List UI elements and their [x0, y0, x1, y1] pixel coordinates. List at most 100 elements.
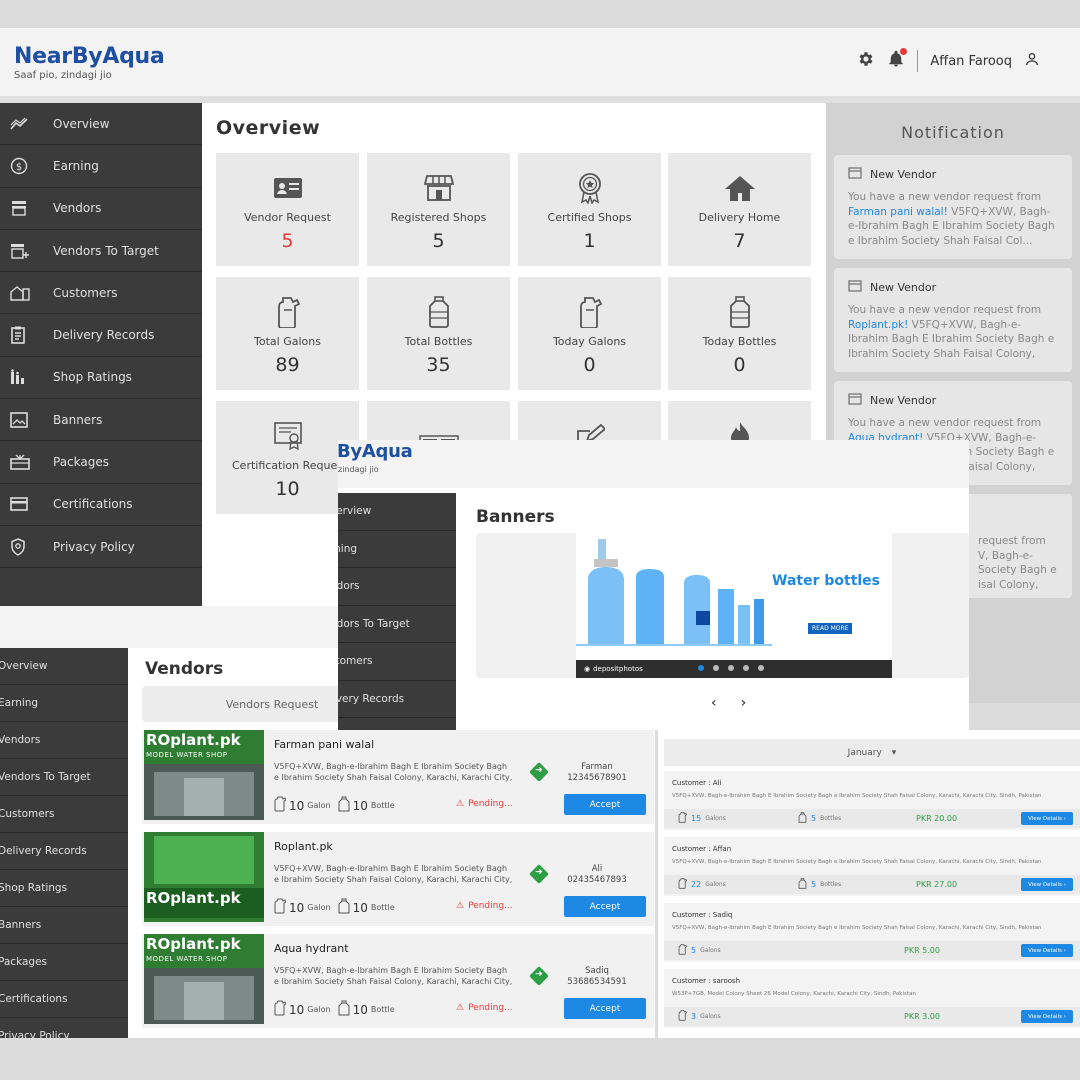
galon-count: 10 — [289, 798, 305, 813]
gallon-icon — [577, 297, 603, 328]
sidebar-item-customers[interactable]: stomers — [338, 643, 456, 681]
sidebar-item-privacy-policy[interactable]: Privacy Policy — [0, 1018, 128, 1038]
galon-unit: Galon — [307, 903, 331, 912]
brand-logo[interactable]: NearByAqua — [14, 44, 165, 69]
sidebar-item-certifications[interactable]: Certifications — [0, 981, 128, 1018]
sidebar-item-packages[interactable]: Packages — [0, 944, 128, 981]
sidebar-item-vendors[interactable]: Vendors — [0, 722, 128, 759]
shop-icon — [423, 173, 454, 203]
warning-icon: ⚠ — [456, 799, 465, 809]
page-title: Vendors — [145, 659, 224, 679]
stat-card-today-galons[interactable]: Today Galons 0 — [518, 277, 661, 390]
accept-button[interactable]: Accept — [564, 896, 646, 917]
sidebar-item-shop-ratings[interactable]: Shop Ratings — [0, 357, 202, 400]
read-more-button[interactable]: READ MORE — [808, 623, 853, 634]
sidebar-item-earning[interactable]: $ Earning — [0, 145, 202, 188]
carousel-dot[interactable] — [713, 665, 719, 671]
sidebar-item-delivery-records[interactable]: Delivery Records — [0, 833, 128, 870]
carousel-dot[interactable] — [743, 665, 749, 671]
stat-card-registered-shops[interactable]: Registered Shops 5 — [367, 153, 510, 266]
sidebar-item-earning[interactable]: rning — [338, 531, 456, 568]
notification-heading: New Vendor — [870, 281, 937, 294]
sidebar-item-label: livery Records — [338, 692, 405, 705]
view-details-button[interactable]: View Details › — [1021, 1010, 1073, 1023]
banner-carousel[interactable]: Water bottles READ MORE ◉ depositphotos — [476, 533, 969, 678]
sidebar-item-delivery-records[interactable]: Delivery Records — [0, 314, 202, 357]
sidebar-item-label: rning — [338, 542, 358, 555]
gear-icon[interactable] — [857, 50, 875, 72]
stat-label: Registered Shops — [390, 211, 487, 224]
sidebar-item-customers[interactable]: Customers — [0, 272, 202, 315]
sidebar-item-banners[interactable]: Banners — [0, 399, 202, 442]
bottle-count: 10 — [352, 798, 368, 813]
month-value: January — [847, 747, 882, 758]
chevron-right-icon[interactable]: › — [741, 695, 747, 711]
customer-address: V5FQ+XVW, Bagh-e-Ibrahim Bagh E Ibrahim … — [672, 859, 1042, 865]
notification-card[interactable]: New Vendor You have a new vendor request… — [834, 155, 1072, 259]
sidebar-item-packages[interactable]: Packages — [0, 441, 202, 484]
accept-button[interactable]: Accept — [564, 998, 646, 1019]
notification-link[interactable]: Roplant.pk! — [848, 319, 908, 331]
view-details-button[interactable]: View Details › — [1021, 878, 1073, 891]
credit-card-icon — [0, 497, 38, 512]
price: PKR 3.00 — [904, 1012, 940, 1021]
directions-icon[interactable]: ➜ — [529, 762, 549, 782]
bottle-unit: Bottle — [370, 1005, 395, 1014]
view-details-button[interactable]: View Details › — [1021, 944, 1073, 957]
sidebar-item-vendors[interactable]: Vendors — [0, 188, 202, 230]
galon-count: 5 — [691, 946, 697, 955]
chevron-left-icon[interactable]: ‹ — [711, 695, 717, 711]
sidebar-item-banners[interactable]: Banners — [0, 907, 128, 944]
app-header: ByAqua zindagi jio — [338, 440, 969, 488]
vendor-name: Roplant.pk — [274, 840, 333, 853]
sidebar-item-vendors-to-target[interactable]: ndors To Target — [338, 606, 456, 643]
stat-value: 35 — [426, 354, 451, 376]
sidebar-item-vendors-to-target[interactable]: Vendors To Target — [0, 759, 128, 796]
stat-card-certified-shops[interactable]: Certified Shops 1 — [518, 153, 661, 266]
stat-card-today-bottles[interactable]: Today Bottles 0 — [668, 277, 811, 390]
notification-prefix: You have a new vendor request from — [848, 191, 1042, 203]
sidebar-item-shop-ratings[interactable]: Shop Ratings — [0, 870, 128, 907]
sidebar-item-overview[interactable]: verview — [338, 493, 456, 531]
sidebar-item-overview[interactable]: Overview — [0, 103, 202, 146]
month-select[interactable]: January ▾ — [664, 739, 1080, 766]
carousel-dot[interactable] — [728, 665, 734, 671]
stat-card-total-bottles[interactable]: Total Bottles 35 — [367, 277, 510, 390]
sidebar-item-earning[interactable]: Earning — [0, 685, 128, 722]
user-name[interactable]: Affan Farooq — [930, 54, 1012, 69]
home-icon — [724, 173, 756, 203]
galon-unit: Galon — [307, 1005, 331, 1014]
notification-title: Notification — [901, 123, 1005, 142]
directions-icon[interactable]: ➜ — [529, 966, 549, 986]
notification-link[interactable]: Farman pani walal! — [848, 206, 948, 218]
carousel-dot[interactable] — [758, 665, 764, 671]
sidebar-item-overview[interactable]: Overview — [0, 648, 128, 685]
carousel-dot[interactable] — [698, 665, 704, 671]
sidebar-item-customers[interactable]: Customers — [0, 796, 128, 833]
sidebar-item-privacy-policy[interactable]: Privacy Policy — [0, 526, 202, 569]
header-divider — [917, 50, 919, 72]
brand-logo[interactable]: ByAqua — [338, 441, 413, 462]
accept-button[interactable]: Accept — [564, 794, 646, 815]
dollar-circle-icon: $ — [0, 157, 38, 175]
stat-card-vendor-request[interactable]: Vendor Request 5 — [216, 153, 359, 266]
notification-card[interactable]: New Vendor You have a new vendor request… — [834, 268, 1072, 372]
stat-card-total-galons[interactable]: Total Galons 89 — [216, 277, 359, 390]
store-add-icon — [0, 243, 38, 259]
sidebar-item-label: Privacy Policy — [53, 539, 135, 554]
sidebar: verview rning ndors ndors To Target stom… — [338, 493, 456, 730]
store-icon — [0, 200, 38, 216]
bell-icon[interactable] — [887, 48, 908, 72]
shop-sign-text: ROplant.pk — [146, 889, 241, 907]
sidebar-item-delivery-records[interactable]: livery Records — [338, 681, 456, 718]
sidebar-item-certifications[interactable]: Certifications — [0, 484, 202, 526]
sidebar-item-label: Vendors To Target — [53, 243, 159, 258]
message-icon — [848, 167, 862, 182]
stat-card-delivery-home[interactable]: Delivery Home 7 — [668, 153, 811, 266]
galon-unit: Galons — [705, 815, 726, 822]
sidebar-item-vendors-to-target[interactable]: Vendors To Target — [0, 230, 202, 273]
sidebar-item-vendors[interactable]: ndors — [338, 568, 456, 606]
directions-icon[interactable]: ➜ — [529, 864, 549, 884]
view-details-button[interactable]: View Details › — [1021, 812, 1073, 825]
user-icon[interactable] — [1024, 51, 1040, 71]
